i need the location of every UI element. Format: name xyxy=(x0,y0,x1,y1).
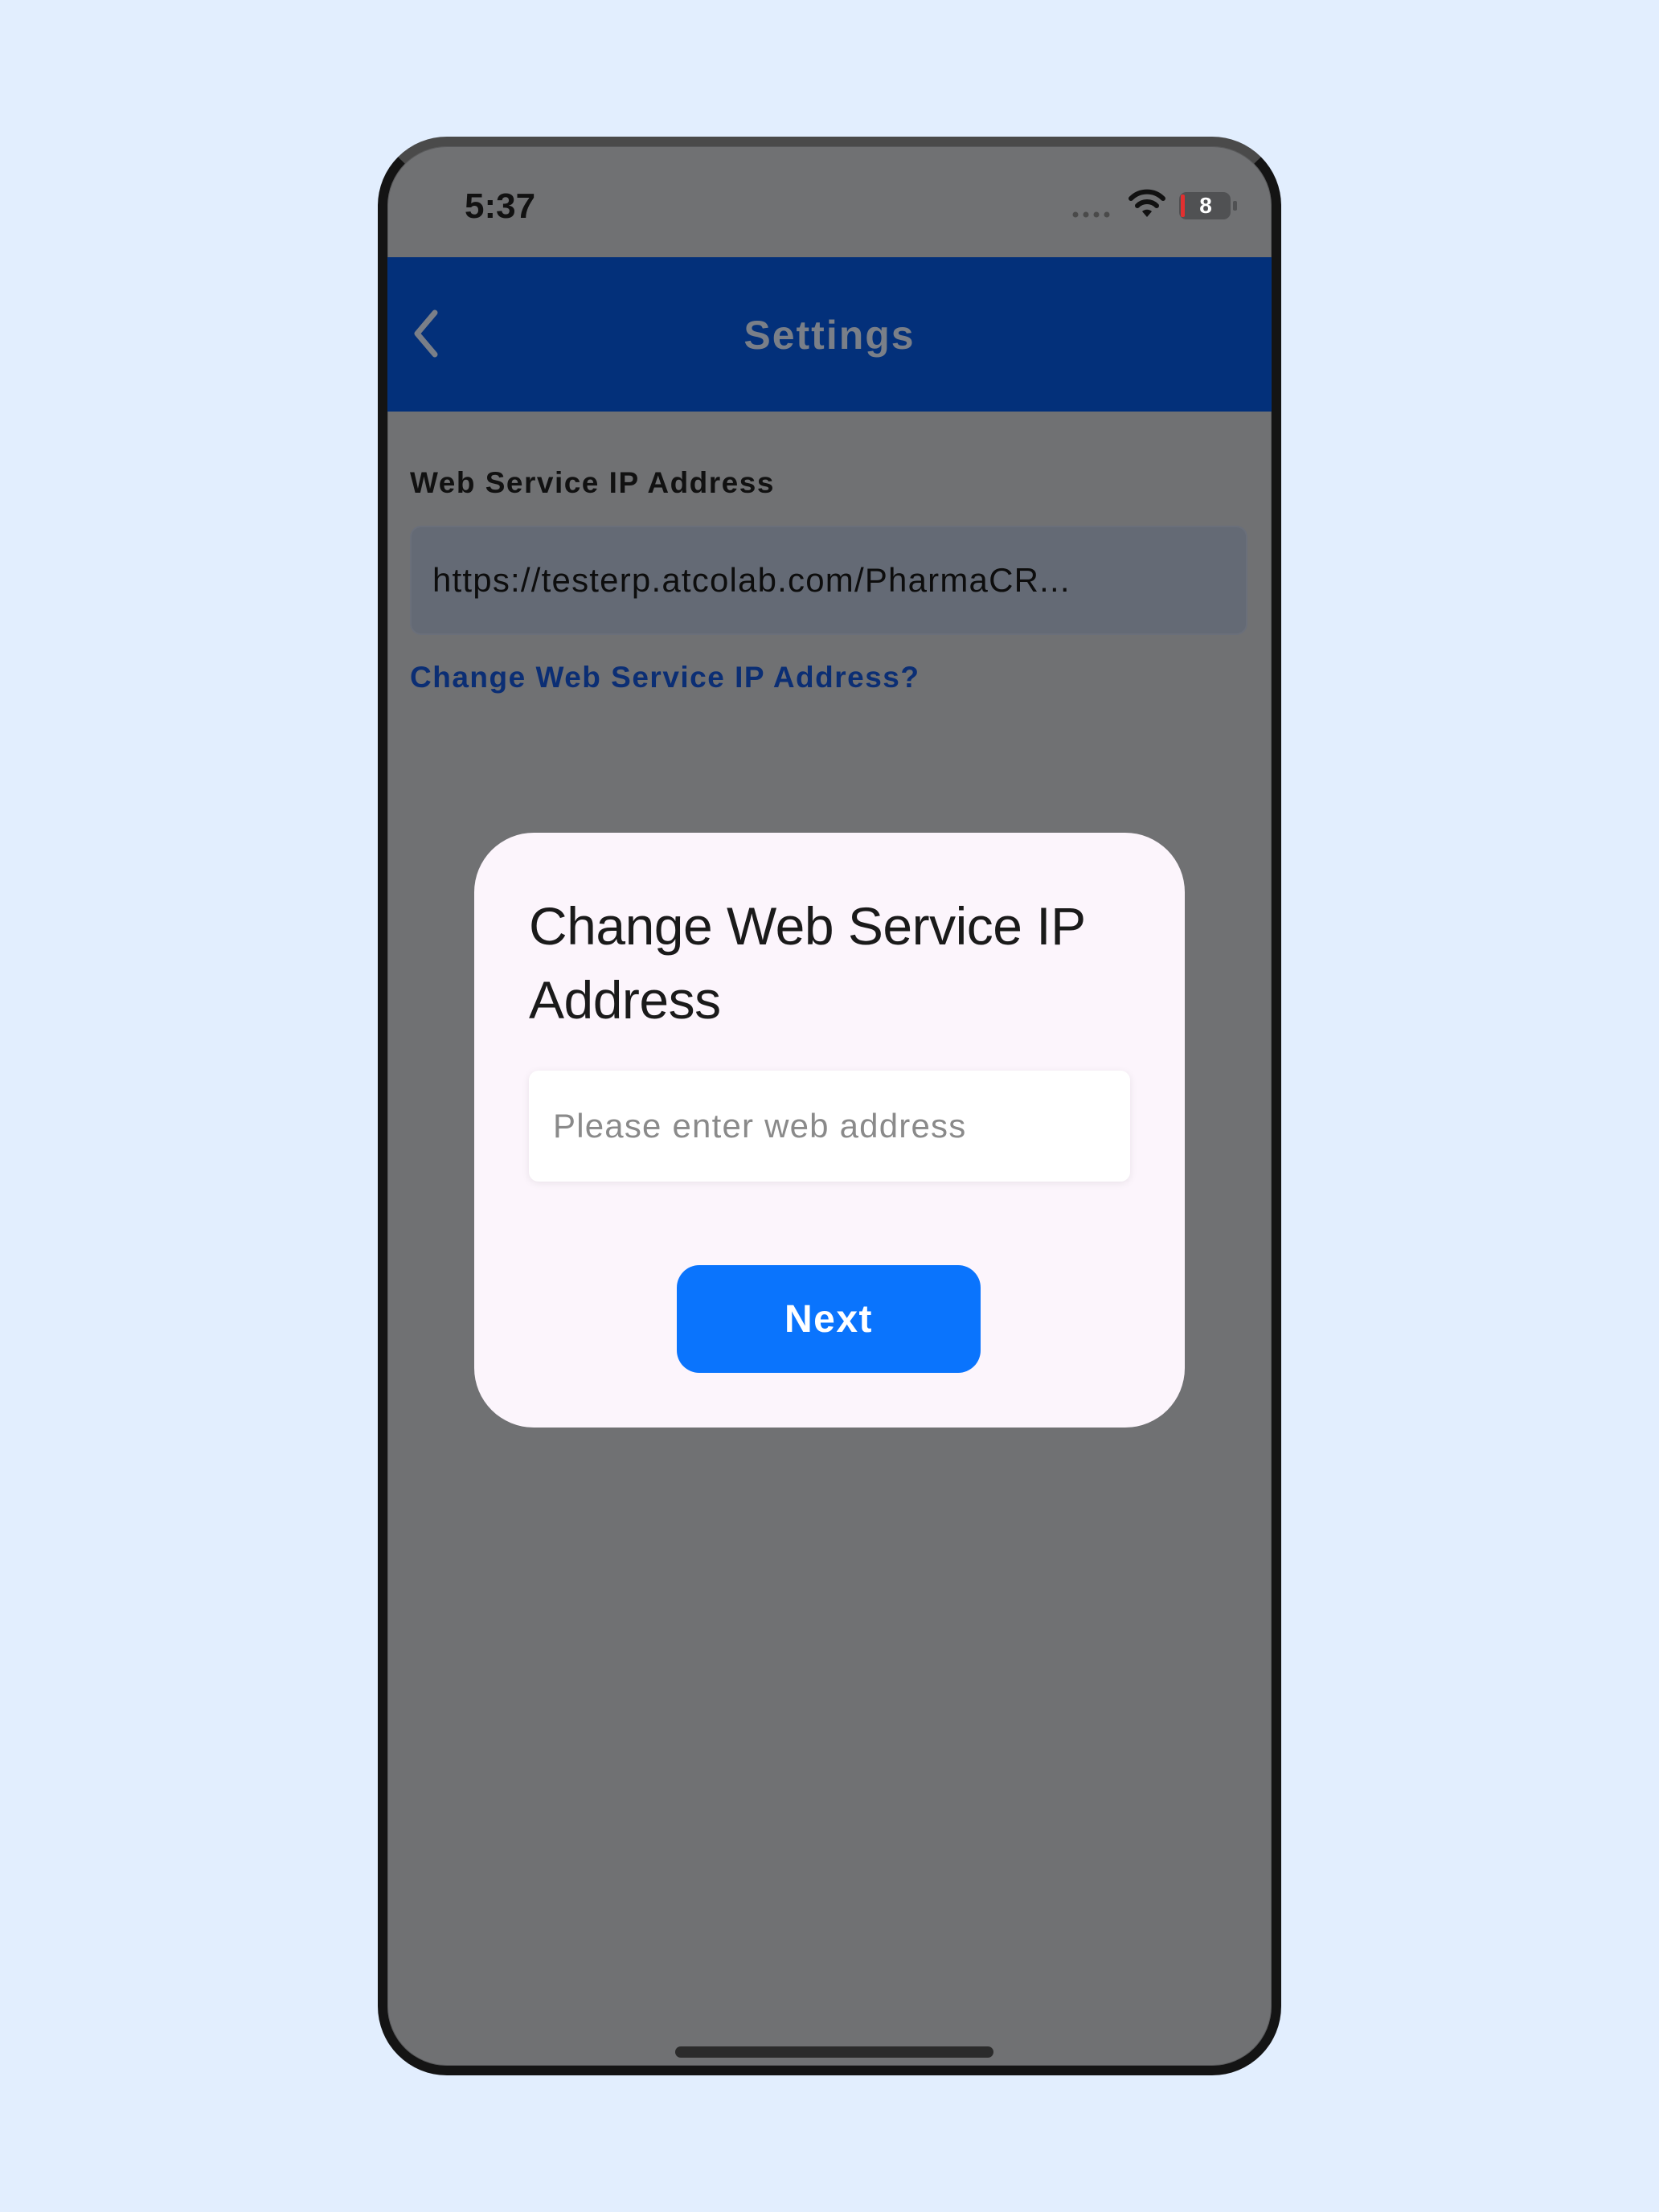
ip-address-value: https://testerp.atcolab.com/PharmaCR... xyxy=(432,561,1071,599)
wifi-icon xyxy=(1129,189,1165,217)
page-title: Settings xyxy=(743,313,916,358)
home-indicator[interactable] xyxy=(675,2046,993,2058)
next-button[interactable]: Next xyxy=(677,1265,981,1373)
phone-frame: 5:37 8 Settings Web Service IP Address h… xyxy=(378,137,1281,2075)
signal-dots-icon xyxy=(1072,211,1110,218)
nav-bar: Settings xyxy=(387,257,1272,412)
ip-address-field[interactable]: https://testerp.atcolab.com/PharmaCR... xyxy=(410,526,1247,635)
change-ip-dialog: Change Web Service IP Address Next xyxy=(474,833,1185,1428)
ip-address-label: Web Service IP Address xyxy=(410,466,775,499)
status-bar: 5:37 8 xyxy=(387,146,1272,257)
change-ip-link[interactable]: Change Web Service IP Address? xyxy=(410,661,920,694)
dialog-title: Change Web Service IP Address xyxy=(529,896,1085,1030)
battery-level: 8 xyxy=(1199,193,1212,218)
status-time: 5:37 xyxy=(465,186,536,226)
web-address-input[interactable] xyxy=(529,1071,1130,1182)
